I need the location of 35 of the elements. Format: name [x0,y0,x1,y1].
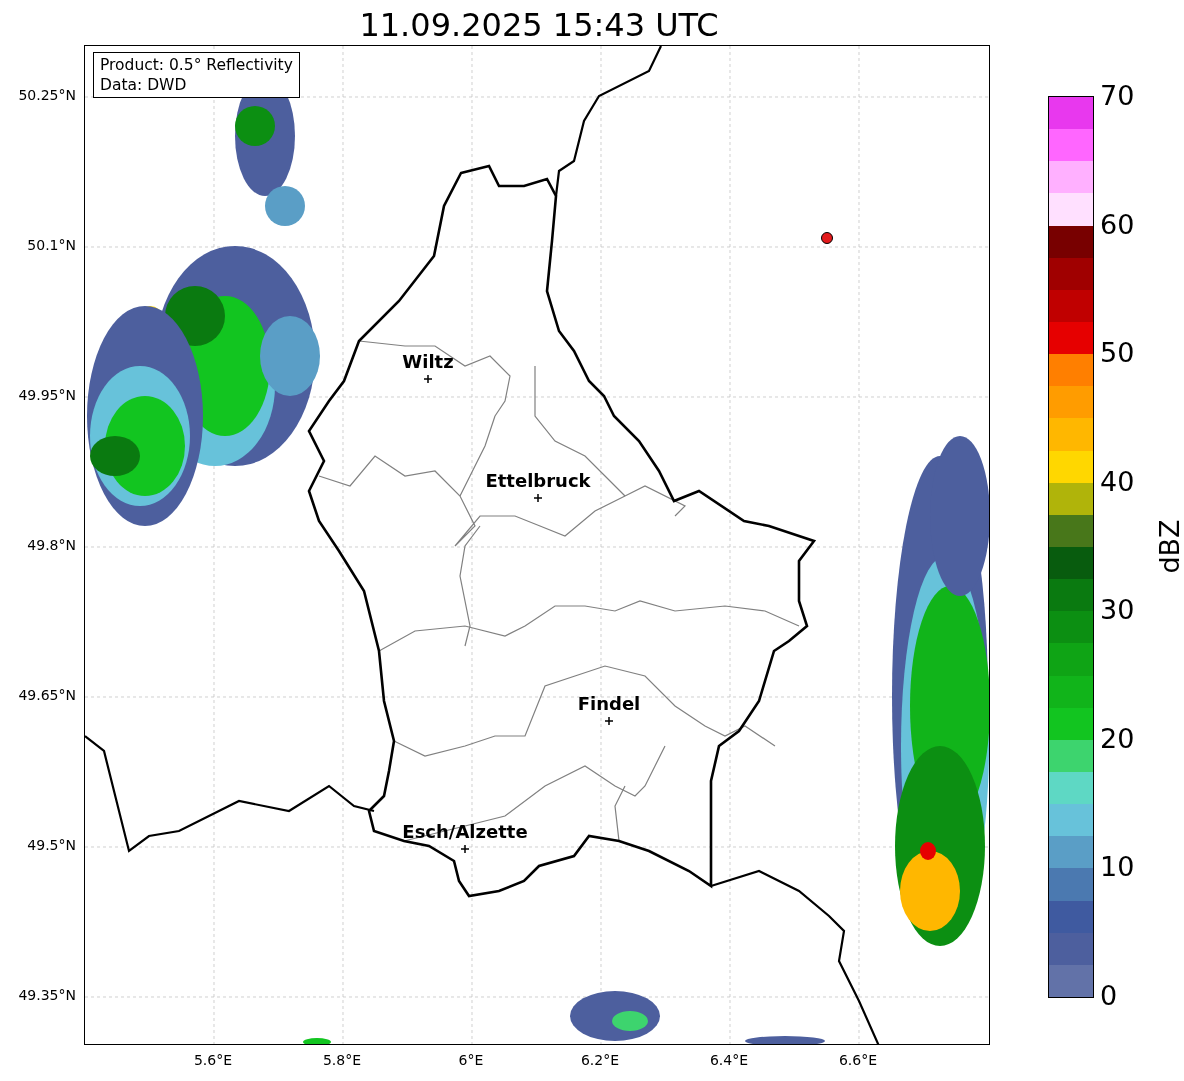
city-marker-icon [460,844,470,854]
longitude-label: 6.2°E [580,1052,620,1068]
scale-tick-label: 0 [1100,980,1118,1012]
longitude-label: 6°E [458,1052,484,1068]
longitude-label: 6.6°E [838,1052,878,1068]
latitude-label: 50.25°N [18,87,76,103]
scale-tick-label: 40 [1100,465,1135,498]
radar-echo [303,1038,331,1044]
latitude-label: 49.35°N [18,987,76,1003]
location-dot-icon [821,232,833,244]
scale-tick-label: 20 [1100,722,1135,755]
latitude-label: 49.8°N [27,537,76,553]
info-text: Product: 0.5° Reflectivity [100,55,293,75]
scale-tick-label: 70 [1100,80,1135,112]
scale-tick-label: 30 [1100,594,1135,627]
city-label: Wiltz [402,351,454,372]
scale-tick-label: 10 [1100,851,1135,884]
city-marker-icon [604,716,614,726]
scale-unit-label: dBZ [1153,518,1184,574]
city-marker-icon [423,374,433,384]
longitude-label: 6.4°E [709,1052,749,1068]
latitude-label: 49.5°N [27,837,76,853]
latitude-label: 49.65°N [18,687,76,703]
info-text: Data: DWD [100,75,188,95]
city-marker-icon [533,493,543,503]
chart-title: 11.09.2025 15:43 UTC [358,5,720,45]
city-label: Esch/Alzette [402,821,528,842]
latitude-label: 50.1°N [27,237,76,253]
scale-tick-label: 60 [1100,208,1135,241]
scale-tick-label: 50 [1100,337,1135,370]
latitude-label: 49.95°N [18,387,76,403]
city-label: Findel [577,693,641,714]
longitude-label: 5.6°E [193,1052,233,1068]
city-label: Ettelbruck [485,470,591,491]
longitude-label: 5.8°E [322,1052,362,1068]
